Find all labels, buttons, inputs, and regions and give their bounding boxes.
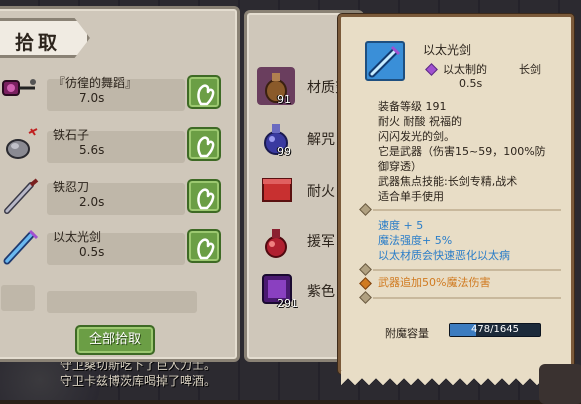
ninja-sword-icon	[1, 177, 41, 217]
tooltip-title: 以太光剑	[423, 43, 472, 57]
loot-row[interactable]: 铁忍刀 2.0s	[0, 177, 225, 217]
tooltip-speed: 0.5s	[459, 77, 483, 90]
hand-icon	[197, 84, 215, 106]
grab-button[interactable]	[187, 229, 221, 263]
tooltip-focus-line: 适合单手使用	[378, 190, 444, 203]
item-count: 91	[277, 93, 291, 106]
pickup-tab[interactable]: 拾取	[0, 18, 90, 58]
tooltip-divider	[359, 263, 561, 276]
inventory-item-name: 援军	[307, 234, 335, 250]
hand-icon	[197, 188, 215, 210]
scroll-icon	[255, 169, 299, 213]
ether-sword-icon	[1, 227, 41, 267]
grab-button[interactable]	[187, 179, 221, 213]
inventory-item-name: 紫色	[307, 284, 335, 300]
loot-row[interactable]: 『彷徨的舞蹈』 7.0s	[0, 73, 225, 113]
tooltip-level: 装备等级 191	[378, 100, 447, 113]
loot-item-time: 0.5s	[79, 245, 105, 259]
item-count: 291	[277, 297, 298, 310]
inventory-item-name: 耐火	[307, 184, 335, 200]
hand-icon	[197, 136, 215, 158]
chat-line: 守卫卡兹博茨库喝掉了啤酒。	[60, 374, 217, 388]
enchant-label: 附魔容量	[385, 327, 429, 340]
menu-corner-button[interactable]	[539, 364, 581, 404]
item-tooltip: 以太光剑 以太制的 长剑 0.5s 装备等级 191 耐火 耐酸 祝福的 闪闪发…	[338, 14, 574, 385]
loot-item-time: 7.0s	[79, 91, 105, 105]
tooltip-divider	[359, 291, 561, 304]
loot-item-time: 5.6s	[79, 143, 105, 157]
tooltip-weapon-line: 它是武器（伤害15~59，100%防	[378, 145, 546, 158]
tooltip-bonus: 速度 + 5	[378, 219, 424, 232]
tooltip-bonus: 以太材质会快速恶化以太病	[378, 249, 510, 262]
tooltip-bonus: 魔法强度+ 5%	[378, 234, 453, 247]
iron-pebble-icon	[1, 125, 41, 165]
empty-loot-bar	[47, 291, 197, 313]
grab-button[interactable]	[187, 75, 221, 109]
inventory-item-name: 解咒	[307, 132, 335, 148]
item-count: 99	[277, 145, 291, 158]
tooltip-attributes: 耐火 耐酸 祝福的	[378, 115, 462, 128]
ether-sword-icon	[365, 41, 405, 81]
tooltip-focus-line: 武器焦点技能:长剑专精,战术	[378, 175, 518, 188]
tooltip-weapon-line: 御穿透）	[378, 160, 422, 173]
enchant-value: 478/1645	[471, 324, 519, 335]
tooltip-divider	[359, 203, 561, 216]
loot-item-name: 铁忍刀	[53, 180, 90, 194]
red-potion-icon	[255, 219, 299, 263]
loot-row[interactable]: 铁石子 5.6s	[0, 125, 225, 165]
loot-row[interactable]: 以太光剑 0.5s	[0, 227, 225, 267]
grab-button[interactable]	[187, 127, 221, 161]
tooltip-weapon-bonus: 武器追加50%魔法伤害	[378, 276, 491, 289]
loot-item-name: 铁石子	[53, 128, 90, 142]
loot-item-name: 『彷徨的舞蹈』	[53, 76, 138, 90]
flail-icon	[1, 73, 41, 113]
weapon-bonus-marker	[359, 277, 375, 290]
empty-loot-slot	[1, 285, 35, 311]
tooltip-material: 以太制的	[443, 63, 487, 76]
tooltip-flavor: 闪闪发光的剑。	[378, 130, 455, 143]
take-all-button[interactable]: 全部拾取	[75, 325, 155, 355]
tooltip-type: 长剑	[519, 63, 541, 76]
loot-item-name: 以太光剑	[53, 230, 102, 244]
enchant-capacity-bar: 478/1645	[449, 323, 541, 337]
loot-item-time: 2.0s	[79, 195, 105, 209]
hand-icon	[197, 238, 215, 260]
loot-panel: 『彷徨的舞蹈』 7.0s 铁石子 5.6s 铁忍刀 2.0s 以太光剑 0.5s…	[0, 6, 240, 362]
material-gem-icon	[425, 63, 438, 76]
